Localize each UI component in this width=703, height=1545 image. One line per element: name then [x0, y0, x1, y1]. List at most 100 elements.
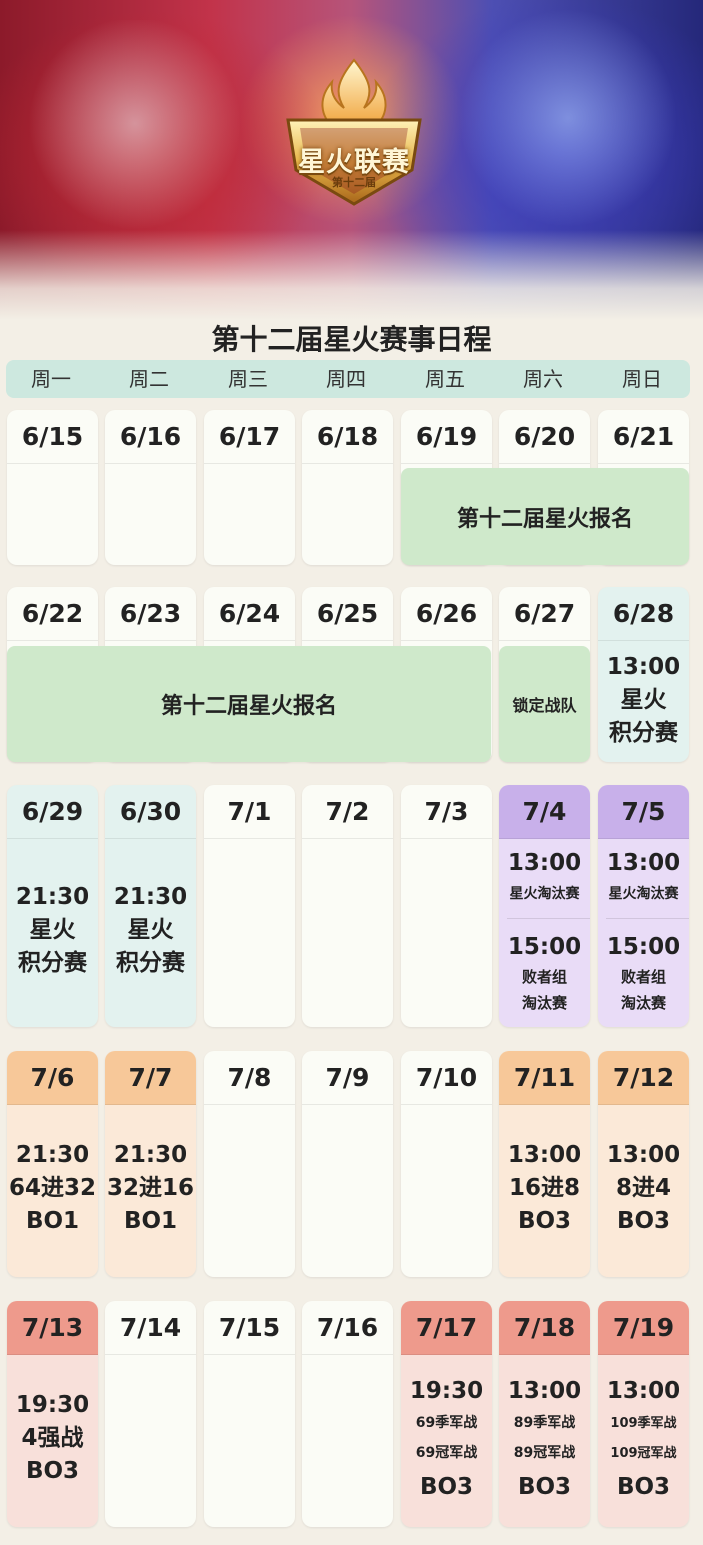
day-cell: 6/30 21:30 星火 积分赛 [105, 785, 196, 1027]
weekday-wed: 周三 [228, 367, 268, 391]
event-time: 13:00 [606, 654, 681, 680]
divider [507, 918, 590, 919]
weekday-mon: 周一 [31, 367, 71, 391]
event-name: 星火 [127, 917, 174, 943]
league-logo: 星火联赛 第十二届 [278, 58, 430, 208]
day-cell: 6/17 [204, 410, 295, 565]
event-name: 89冠军战 [513, 1445, 576, 1461]
registration-band: 第十二届星火报名 [401, 468, 689, 565]
day-cell: 7/12 13:00 8进4 BO3 [598, 1051, 689, 1277]
lock-team-band: 锁定战队 [499, 646, 590, 762]
event-round: 8进4 [615, 1175, 671, 1201]
day-date: 6/30 [105, 785, 196, 839]
day-date: 6/28 [598, 587, 689, 641]
event-format: BO3 [616, 1474, 671, 1500]
day-date: 7/9 [302, 1051, 393, 1105]
logo-subtitle: 第十二届 [332, 176, 376, 189]
event-name: 89季军战 [513, 1415, 576, 1431]
event-format: BO3 [517, 1474, 572, 1500]
event-time: 19:30 [409, 1378, 484, 1404]
day-date: 6/21 [598, 410, 689, 464]
event-format: BO3 [25, 1458, 80, 1484]
event-format: BO3 [419, 1474, 474, 1500]
event-banner: 星火联赛 第十二届 [0, 0, 703, 320]
event-time: 13:00 [507, 1142, 582, 1168]
day-date: 6/19 [401, 410, 492, 464]
event-name: 淘汰赛 [521, 994, 567, 1012]
event-time: 15:00 [507, 934, 582, 960]
weekday-sun: 周日 [622, 367, 662, 391]
day-date: 7/19 [598, 1301, 689, 1355]
day-cell: 7/17 19:30 69季军战 69冠军战 BO3 [401, 1301, 492, 1527]
event-round: 4强战 [21, 1425, 84, 1451]
event-format: BO1 [25, 1208, 80, 1234]
event-format: BO1 [123, 1208, 178, 1234]
day-date: 7/10 [401, 1051, 492, 1105]
weekday-sat: 周六 [523, 367, 563, 391]
event-time: 21:30 [113, 1142, 188, 1168]
day-date: 7/17 [401, 1301, 492, 1355]
day-cell: 7/9 [302, 1051, 393, 1277]
registration-band: 第十二届星火报名 [7, 646, 491, 762]
hero-art-right [453, 10, 683, 250]
event-time: 13:00 [507, 1378, 582, 1404]
day-cell: 7/18 13:00 89季军战 89冠军战 BO3 [499, 1301, 590, 1527]
day-date: 6/24 [204, 587, 295, 641]
event-round: 16进8 [508, 1175, 580, 1201]
day-cell: 6/29 21:30 星火 积分赛 [7, 785, 98, 1027]
day-cell: 7/8 [204, 1051, 295, 1277]
divider [606, 918, 689, 919]
day-cell: 7/15 [204, 1301, 295, 1527]
day-date: 7/18 [499, 1301, 590, 1355]
day-date: 6/15 [7, 410, 98, 464]
day-cell: 7/6 21:30 64进32 BO1 [7, 1051, 98, 1277]
event-name: 109冠军战 [610, 1446, 677, 1461]
event-time: 21:30 [15, 884, 90, 910]
event-name: 星火淘汰赛 [608, 886, 679, 902]
day-cell: 7/16 [302, 1301, 393, 1527]
day-cell: 7/2 [302, 785, 393, 1027]
event-time: 21:30 [113, 884, 188, 910]
schedule-title: 第十二届星火赛事日程 [211, 323, 492, 356]
day-date: 7/5 [598, 785, 689, 839]
event-name: 星火 [29, 917, 76, 943]
event-format: BO3 [616, 1208, 671, 1234]
day-date: 7/13 [7, 1301, 98, 1355]
event-name: 69冠军战 [415, 1445, 478, 1461]
event-time: 13:00 [606, 850, 681, 876]
event-name: 109季军战 [610, 1416, 677, 1431]
day-date: 6/25 [302, 587, 393, 641]
day-date: 7/1 [204, 785, 295, 839]
event-time: 13:00 [606, 1142, 681, 1168]
event-name: 积分赛 [116, 950, 185, 976]
event-name: 星火淘汰赛 [509, 886, 580, 902]
day-date: 7/3 [401, 785, 492, 839]
day-date: 7/15 [204, 1301, 295, 1355]
day-date: 6/27 [499, 587, 590, 641]
day-cell: 7/19 13:00 109季军战 109冠军战 BO3 [598, 1301, 689, 1527]
event-time: 13:00 [507, 850, 582, 876]
hero-art-left [20, 20, 250, 250]
event-name: 积分赛 [609, 720, 678, 746]
event-time: 15:00 [606, 934, 681, 960]
event-name: 69季军战 [415, 1415, 478, 1431]
day-cell: 6/18 [302, 410, 393, 565]
event-name: 败者组 [521, 968, 567, 986]
day-cell: 7/3 [401, 785, 492, 1027]
day-cell: 7/10 [401, 1051, 492, 1277]
day-cell: 6/15 [7, 410, 98, 565]
day-cell: 7/4 13:00 星火淘汰赛 15:00 败者组 淘汰赛 [499, 785, 590, 1027]
day-cell: 7/1 [204, 785, 295, 1027]
day-date: 7/6 [7, 1051, 98, 1105]
event-round: 32进16 [106, 1175, 194, 1201]
day-cell: 7/5 13:00 星火淘汰赛 15:00 败者组 淘汰赛 [598, 785, 689, 1027]
event-time: 13:00 [606, 1378, 681, 1404]
weekday-fri: 周五 [425, 367, 465, 391]
day-date: 7/16 [302, 1301, 393, 1355]
day-date: 6/29 [7, 785, 98, 839]
day-date: 7/7 [105, 1051, 196, 1105]
day-date: 7/11 [499, 1051, 590, 1105]
event-format: BO3 [517, 1208, 572, 1234]
day-cell: 7/11 13:00 16进8 BO3 [499, 1051, 590, 1277]
event-time: 21:30 [15, 1142, 90, 1168]
